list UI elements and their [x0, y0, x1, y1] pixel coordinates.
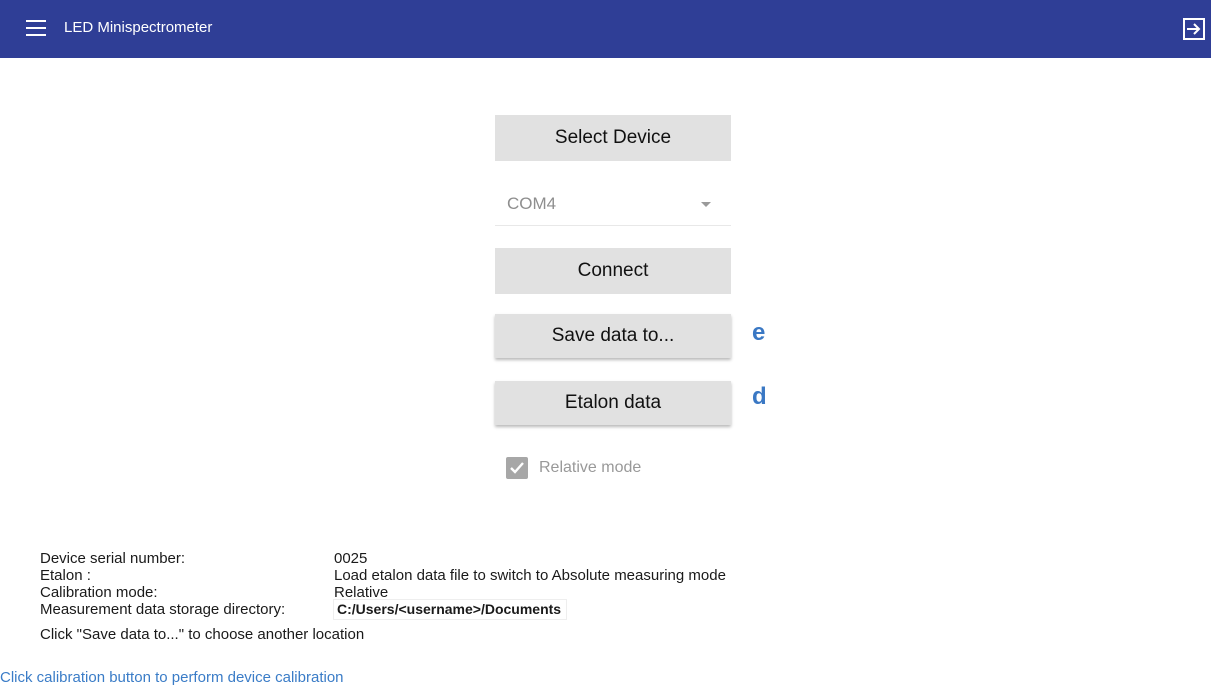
app-title: LED Minispectrometer [64, 19, 213, 36]
exit-icon[interactable] [1183, 18, 1205, 40]
title-bar: LED Minispectrometer [0, 0, 1211, 58]
select-device-button[interactable]: Select Device [495, 115, 731, 161]
calibration-mode-label: Calibration mode: [40, 584, 158, 601]
calibration-link[interactable]: Click calibration button to perform devi… [0, 669, 344, 686]
checkmark-icon [506, 457, 528, 479]
serial-label: Device serial number: [40, 550, 186, 567]
serial-value: 0025 [334, 550, 368, 567]
etalon-value: Load etalon data file to switch to Absol… [334, 567, 726, 584]
port-select-value: COM4 [507, 194, 557, 213]
etalon-data-button[interactable]: Etalon data [495, 381, 731, 425]
calibration-mode-value: Relative [334, 584, 389, 601]
port-select[interactable]: COM4 [495, 182, 731, 226]
connect-button[interactable]: Connect [495, 248, 731, 294]
relative-mode-label: Relative mode [539, 459, 642, 476]
annotation-d: d [752, 383, 767, 410]
menu-icon[interactable] [26, 20, 46, 38]
storage-directory-value: C:/Users/<username>/Documents [334, 600, 567, 619]
storage-directory-label: Measurement data storage directory: [40, 601, 286, 618]
save-location-hint: Click "Save data to..." to choose anothe… [40, 626, 365, 643]
etalon-label: Etalon : [40, 567, 91, 584]
annotation-e: e [752, 319, 766, 346]
main-panel: Select Device COM4 Connect Save data to.… [0, 58, 1211, 686]
relative-mode-checkbox[interactable]: Relative mode [506, 456, 641, 480]
save-data-button[interactable]: Save data to... [495, 314, 731, 358]
chevron-down-icon [701, 202, 711, 207]
